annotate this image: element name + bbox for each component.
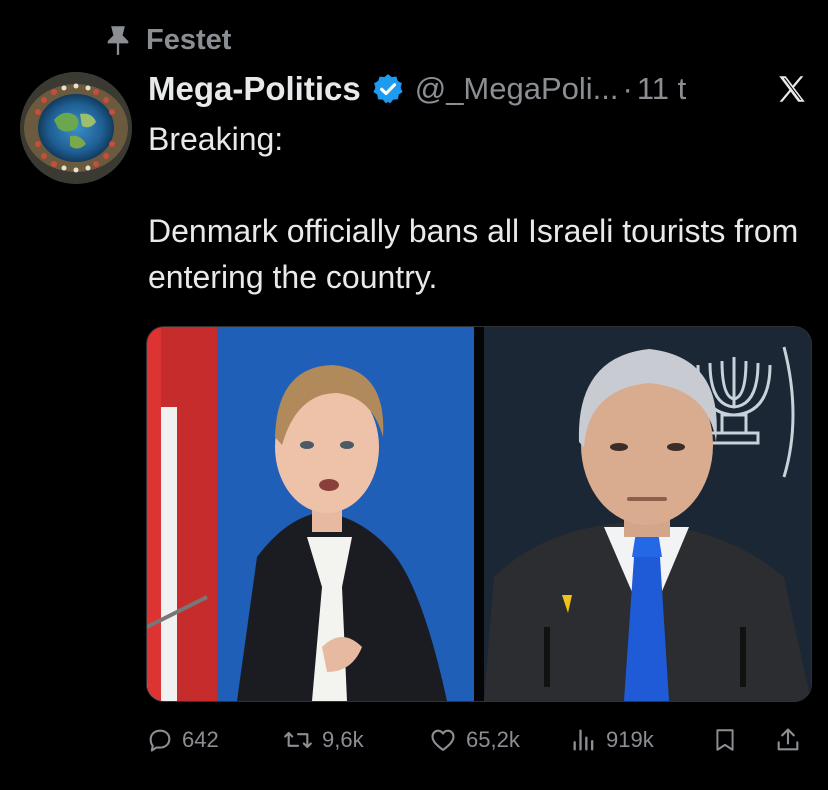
author-name[interactable]: Mega-Politics bbox=[148, 70, 361, 108]
views-count: 919k bbox=[606, 727, 654, 752]
media-photo-right[interactable] bbox=[484, 327, 811, 701]
tweet-header: Mega-Politics @_MegaPoli... · 11 t bbox=[148, 66, 810, 112]
reply-count: 642 bbox=[182, 727, 219, 752]
pin-icon bbox=[107, 26, 129, 55]
views-icon bbox=[573, 729, 594, 751]
tweet-text: Breaking: Denmark officially bans all Is… bbox=[148, 116, 808, 300]
tweet-line-1: Breaking: bbox=[148, 121, 284, 157]
verified-badge-icon bbox=[373, 74, 403, 104]
reply-icon bbox=[149, 729, 171, 752]
retweet-button[interactable]: 9,6k bbox=[282, 726, 364, 754]
timestamp[interactable]: 11 t bbox=[637, 71, 686, 107]
pinned-label: Festet bbox=[146, 23, 232, 56]
retweet-icon bbox=[284, 731, 312, 749]
pinned-indicator: Festet bbox=[104, 22, 231, 58]
tweet-line-2: Denmark officially bans all Israeli tour… bbox=[148, 213, 799, 295]
action-bar: 642 9,6k 65,2k 919k bbox=[146, 720, 810, 760]
like-button[interactable]: 65,2k bbox=[428, 726, 520, 754]
retweet-count: 9,6k bbox=[322, 727, 364, 752]
share-icon bbox=[777, 728, 799, 751]
author-handle[interactable]: @_MegaPoli... bbox=[415, 71, 619, 107]
tweet-media[interactable] bbox=[146, 326, 812, 702]
like-count: 65,2k bbox=[466, 727, 520, 752]
share-button[interactable] bbox=[774, 725, 802, 755]
bookmark-icon bbox=[716, 729, 734, 751]
reply-button[interactable]: 642 bbox=[146, 726, 219, 754]
views-button[interactable]: 919k bbox=[570, 726, 654, 754]
separator-dot: · bbox=[622, 71, 633, 106]
avatar[interactable] bbox=[20, 72, 132, 184]
heart-icon bbox=[431, 729, 455, 751]
x-logo-icon[interactable] bbox=[774, 72, 810, 106]
media-photo-left[interactable] bbox=[147, 327, 474, 701]
bookmark-button[interactable] bbox=[712, 725, 738, 755]
